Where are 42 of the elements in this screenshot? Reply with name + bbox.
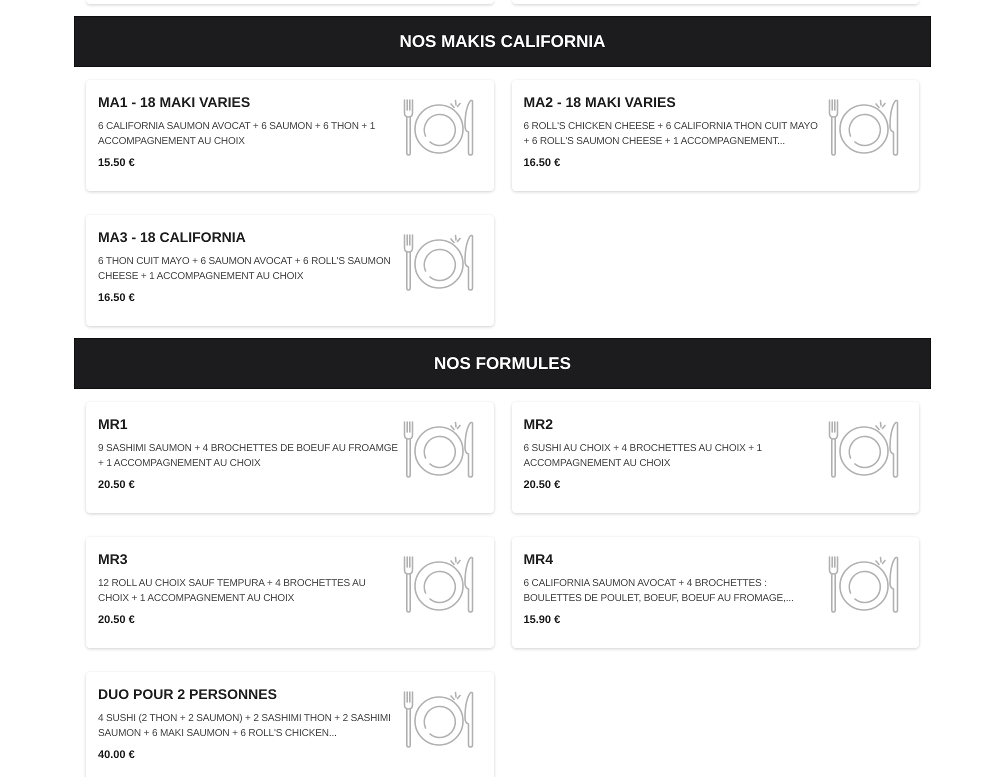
item-price: 16.50 € — [98, 291, 135, 305]
menu-item-card[interactable]: MR1 9 SASHIMI SAUMON + 4 BROCHETTES DE BOEUF AU FROAMGE + 1 ACCOMPAGNEMENT AU CHOIX 20.50 € — [86, 402, 494, 513]
item-price: 20.50 € — [524, 478, 560, 492]
item-price: 16.50 € — [524, 156, 560, 170]
plate-fork-knife-icon — [828, 98, 899, 156]
item-description: 9 SASHIMI SAUMON + 4 BROCHETTES DE BOEUF AU FROAMGE + 1 ACCOMPAGNEMENT AU CHOIX — [98, 442, 398, 471]
section-title: NOS FORMULES — [434, 352, 571, 375]
menu-item-card[interactable]: MA1 - 18 MAKI VARIES 6 CALIFORNIA SAUMON AVOCAT + 6 SAUMON + 6 THON + 1 ACCOMPAGNEMENT AU CHOIX 15.50 € — [86, 80, 494, 191]
item-description: 6 CALIFORNIA SAUMON AVOCAT + 6 SAUMON + 6 THON + 1 ACCOMPAGNEMENT AU CHOIX — [98, 120, 376, 149]
item-price: 15.90 € — [524, 613, 560, 627]
plate-fork-knife-icon — [402, 690, 474, 748]
item-name: MR1 — [98, 415, 128, 433]
item-price: 40.00 € — [98, 748, 135, 762]
menu-item-card[interactable]: MA3 - 18 CALIFORNIA 6 THON CUIT MAYO + 6 SAUMON AVOCAT + 6 ROLL'S SAUMON CHEESE + 1 ACCOMPAGNEMENT AU CHOIX 16.50 € — [86, 215, 494, 326]
item-price: 20.50 € — [98, 478, 135, 492]
item-name: MA2 - 18 MAKI VARIES — [524, 93, 676, 111]
menu-item-card[interactable]: DUO POUR 2 PERSONNES 4 SUSHI (2 THON + 2 SAUMON) + 2 SASHIMI THON + 2 SASHIMI SAUMON + 6 MAKI SAUMON + 6 ROLL'S CHICKEN... 40.00 € — [86, 672, 494, 777]
item-name: MR2 — [524, 415, 554, 433]
item-price: 15.50 € — [98, 156, 135, 170]
item-description: 6 CALIFORNIA SAUMON AVOCAT + 4 BROCHETTES : BOULETTES DE POULET, BOEUF, BOEUF AU FROMAGE,... — [524, 577, 795, 606]
item-name: MR3 — [98, 550, 128, 568]
menu-item-card[interactable]: MR2 6 SUSHI AU CHOIX + 4 BROCHETTES AU CHOIX + 1 ACCOMPAGNEMENT AU CHOIX 20.50 € — [512, 402, 919, 513]
item-price: 20.50 € — [98, 613, 135, 627]
item-name: MR4 — [524, 550, 554, 568]
item-description: 6 ROLL'S CHICKEN CHEESE + 6 CALIFORNIA THON CUIT MAYO + 6 ROLL'S SAUMON CHEESE + 1 ACCOMPAGNEMENT... — [524, 120, 819, 149]
item-description: 12 ROLL AU CHOIX SAUF TEMPURA + 4 BROCHETTES AU CHOIX + 1 ACCOMPAGNEMENT AU CHOIX — [98, 577, 367, 606]
section-title: NOS MAKIS CALIFORNIA — [400, 30, 606, 53]
item-name: MA3 - 18 CALIFORNIA — [98, 228, 246, 246]
plate-fork-knife-icon — [402, 233, 474, 291]
plate-fork-knife-icon — [402, 98, 474, 156]
item-description: 6 THON CUIT MAYO + 6 SAUMON AVOCAT + 6 ROLL'S SAUMON CHEESE + 1 ACCOMPAGNEMENT AU CHOIX — [98, 255, 392, 284]
plate-fork-knife-icon — [402, 555, 474, 613]
item-name: MA1 - 18 MAKI VARIES — [98, 93, 250, 111]
item-name: DUO POUR 2 PERSONNES — [98, 685, 277, 703]
plate-fork-knife-icon — [828, 420, 899, 478]
plate-fork-knife-icon — [402, 420, 474, 478]
menu-item-card[interactable]: MR4 6 CALIFORNIA SAUMON AVOCAT + 4 BROCHETTES : BOULETTES DE POULET, BOEUF, BOEUF AU FROMAGE,... 15.90 € — [512, 537, 919, 648]
menu-item-card[interactable]: MA2 - 18 MAKI VARIES 6 ROLL'S CHICKEN CHEESE + 6 CALIFORNIA THON CUIT MAYO + 6 ROLL'S SAUMON CHEESE + 1 ACCOMPAGNEMENT... 16.50 € — [512, 80, 919, 191]
item-description: 6 SUSHI AU CHOIX + 4 BROCHETTES AU CHOIX + 1 ACCOMPAGNEMENT AU CHOIX — [524, 442, 763, 471]
menu-item-card[interactable]: MR3 12 ROLL AU CHOIX SAUF TEMPURA + 4 BROCHETTES AU CHOIX + 1 ACCOMPAGNEMENT AU CHOIX 20.50 € — [86, 537, 494, 648]
item-description: 4 SUSHI (2 THON + 2 SAUMON) + 2 SASHIMI THON + 2 SASHIMI SAUMON + 6 MAKI SAUMON + 6 ROLL'S CHICKEN... — [98, 712, 392, 741]
plate-fork-knife-icon — [828, 555, 899, 613]
